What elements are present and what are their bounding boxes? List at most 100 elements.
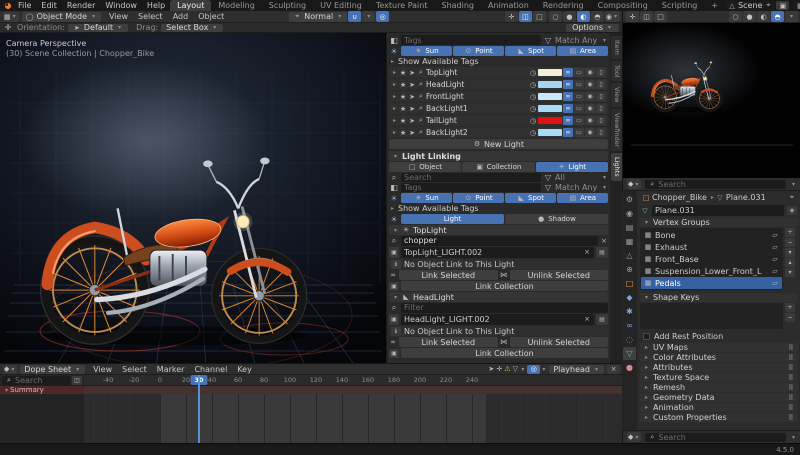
move-up-button[interactable]: ▴ xyxy=(785,258,795,267)
render-visibility-icon[interactable]: ◉ xyxy=(585,128,595,137)
section-remesh[interactable]: ▸Remesh⠿ xyxy=(640,383,798,392)
clock-icon[interactable]: ◷ xyxy=(529,69,537,77)
link-collection-button[interactable]: Link Collection xyxy=(401,348,608,358)
light-row[interactable]: ▸★➤⌕ HeadLight ◷ ∞ ▭◉▯ xyxy=(389,79,608,90)
render-visibility-icon[interactable]: ◉ xyxy=(585,92,595,101)
tab-constraints[interactable]: ◌ xyxy=(623,333,636,346)
channel-search-input[interactable]: ⌕ xyxy=(2,376,70,385)
tab-object-data[interactable]: ▽ xyxy=(623,347,636,360)
linking-tags-filter-dropdown[interactable]: Match Any xyxy=(555,183,599,192)
sidebar-tab-lights[interactable]: Lights xyxy=(611,153,622,181)
select-icon[interactable]: ➤ xyxy=(408,69,416,77)
menu-select[interactable]: Select xyxy=(117,365,152,374)
delete-light-icon[interactable]: ▯ xyxy=(596,104,606,113)
menu-view[interactable]: View xyxy=(88,365,117,374)
light-row[interactable]: ▸★➤⌕ BackLight1 ◷ ∞ ▭◉▯ xyxy=(389,103,608,114)
mode-selector[interactable]: ◯ Object Mode ▾ xyxy=(22,12,101,22)
proportional-edit-toggle[interactable]: ◎ xyxy=(376,11,389,22)
linking-tab-collection[interactable]: ▣Collection xyxy=(462,162,534,172)
shape-keys-list[interactable] xyxy=(640,303,783,329)
viewport-visibility-icon[interactable]: ▭ xyxy=(574,92,584,101)
filter-sun-button[interactable]: ☀Sun xyxy=(401,46,452,56)
lock-icon[interactable]: ▱ xyxy=(771,267,779,275)
tags-input[interactable] xyxy=(401,35,541,45)
linking-filter-point[interactable]: ⊙Point xyxy=(453,193,504,203)
workspace-tab-animation[interactable]: Animation xyxy=(481,0,536,11)
linking-show-available-tags-toggle[interactable]: ▸ Show Available Tags xyxy=(389,204,608,213)
menu-file[interactable]: File xyxy=(13,1,36,10)
tab-scene[interactable]: △ xyxy=(623,249,636,262)
new-collection-button[interactable]: ▤ xyxy=(596,247,608,258)
sidebar-tab-tool[interactable]: Tool xyxy=(611,61,622,82)
unlink-selected-button[interactable]: Unlink Selected xyxy=(510,270,609,280)
clock-icon[interactable]: ◷ xyxy=(529,81,537,89)
menu-render[interactable]: Render xyxy=(62,1,100,10)
isolate-icon[interactable]: ⌕ xyxy=(417,80,425,89)
tab-tool[interactable]: ⚙ xyxy=(623,193,636,206)
section-uv-maps[interactable]: ▸UV Maps⠿ xyxy=(640,343,798,352)
vertex-group-row-selected[interactable]: ▦ Pedals ▱ xyxy=(641,277,782,289)
link-toggle[interactable]: ∞ xyxy=(563,104,573,113)
workspace-tab-compositing[interactable]: Compositing xyxy=(591,0,655,11)
light-color-swatch[interactable] xyxy=(538,93,562,100)
expand-icon[interactable]: ▸ xyxy=(391,69,398,76)
light-row[interactable]: ▸★➤⌕ TailLight ◷ ∞ ▭◉▯ xyxy=(389,115,608,126)
new-collection-button[interactable]: ▤ xyxy=(596,314,608,325)
remove-vertex-group-button[interactable]: − xyxy=(785,238,795,247)
breadcrumb-object[interactable]: Chopper_Bike xyxy=(652,193,707,202)
filter-icon[interactable]: ▽ xyxy=(511,365,519,373)
link-toggle[interactable]: ∞ xyxy=(563,68,573,77)
only-errors-icon[interactable]: ⚠ xyxy=(503,365,511,373)
vertex-group-row[interactable]: ▦ Suspension_Lower_Front_L ▱ xyxy=(641,265,782,277)
light-color-swatch[interactable] xyxy=(538,105,562,112)
section-color-attributes[interactable]: ▸Color Attributes⠿ xyxy=(640,353,798,362)
tab-object[interactable]: □ xyxy=(623,277,636,290)
light-color-swatch[interactable] xyxy=(538,129,562,136)
vertex-group-row[interactable]: ▦ Bone ▱ xyxy=(641,229,782,241)
viewport-visibility-icon[interactable]: ▭ xyxy=(574,104,584,113)
view-layer-selector[interactable]: ▦ View Layer xyxy=(793,1,800,10)
menu-marker[interactable]: Marker xyxy=(152,365,190,374)
overlays-toggle[interactable]: ◫ xyxy=(640,11,653,22)
vertex-group-specials-button[interactable]: ▾ xyxy=(785,248,795,257)
select-icon[interactable]: ➤ xyxy=(408,105,416,113)
shading-material-button[interactable]: ◐ xyxy=(757,11,770,22)
mode-shadow-button[interactable]: ●Shadow xyxy=(505,214,608,224)
remove-shape-key-button[interactable]: − xyxy=(785,313,795,322)
editor-type-button[interactable]: ◆▾ xyxy=(3,365,17,374)
tab-physics[interactable]: ∞ xyxy=(623,319,636,332)
mode-light-button[interactable]: Light xyxy=(401,214,504,224)
shading-solid-button[interactable]: ● xyxy=(743,11,756,22)
shading-wireframe-button[interactable]: ○ xyxy=(729,11,742,22)
select-icon[interactable]: ➤ xyxy=(408,129,416,137)
viewport-visibility-icon[interactable]: ▭ xyxy=(574,68,584,77)
filter-spot-button[interactable]: ◣Spot xyxy=(505,46,556,56)
select-icon[interactable]: ➤ xyxy=(408,81,416,89)
show-gizmo-toggle[interactable]: ✛ xyxy=(505,11,518,22)
clock-icon[interactable]: ◷ xyxy=(529,93,537,101)
menu-object[interactable]: Object xyxy=(193,12,229,21)
lock-icon[interactable]: ▱ xyxy=(771,279,779,287)
viewport-3d[interactable]: Camera Perspective (30) Scene Collection… xyxy=(0,33,386,363)
match-filter-dropdown[interactable]: Match Any xyxy=(555,36,599,45)
blender-logo-icon[interactable]: ◕ xyxy=(3,1,13,10)
show-overlays-toggle[interactable]: ◫ xyxy=(519,11,532,22)
shape-keys-header[interactable]: ▾ Shape Keys xyxy=(640,293,798,302)
add-vertex-group-button[interactable]: + xyxy=(785,228,795,237)
clear-icon[interactable]: × xyxy=(583,248,591,256)
filter-dropdown[interactable]: ▾ xyxy=(790,181,797,188)
tab-particles[interactable]: ✱ xyxy=(623,305,636,318)
viewport-3d-secondary[interactable] xyxy=(622,23,800,178)
data-name-field[interactable]: Plane.031 xyxy=(652,205,784,216)
transform-orientation-selector[interactable]: ⌖ Normal ▾ xyxy=(289,12,347,22)
new-light-button[interactable]: ⚙ New Light xyxy=(389,139,608,149)
sidebar-tab-view[interactable]: View xyxy=(611,83,622,106)
vertex-group-row[interactable]: ▦ Exhaust ▱ xyxy=(641,241,782,253)
sidebar-tab-item[interactable]: Item xyxy=(611,36,622,59)
clear-icon[interactable]: × xyxy=(600,237,608,245)
receiver-collection-field[interactable]: TopLight_LIGHT.002 × xyxy=(401,247,594,258)
linking-filter-area[interactable]: ▤Area xyxy=(557,193,608,203)
add-workspace-button[interactable]: + xyxy=(704,0,725,11)
proportional-edit-toggle[interactable]: ◎ xyxy=(527,365,540,374)
vertex-groups-header[interactable]: ▾ Vertex Groups xyxy=(640,218,798,227)
